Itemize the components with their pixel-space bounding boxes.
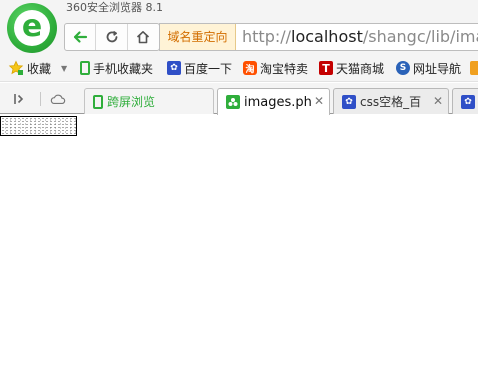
chevron-down-icon: ▼: [61, 63, 68, 73]
taobao-icon: 淘: [243, 61, 257, 75]
home-icon: [137, 31, 150, 44]
star-icon: [8, 60, 24, 75]
bookmark-label: 手机收藏夹: [93, 61, 154, 76]
tab-label: 跨屏浏览: [107, 95, 156, 109]
bookmark-label: 网址导航: [413, 61, 462, 76]
tab-bar-divider: [40, 92, 41, 106]
favorites-menu[interactable]: 收藏: [8, 59, 51, 77]
bookmark-label: 淘宝特卖: [260, 61, 309, 76]
baidu-paw-icon: ✿: [167, 61, 181, 75]
title-bar: 360安全浏览器 8.1: [0, 0, 478, 20]
refresh-button[interactable]: [96, 24, 128, 50]
360-browser-logo-icon[interactable]: e: [7, 3, 57, 53]
url-text[interactable]: http://localhost/shangc/lib/images: [242, 24, 478, 50]
baidu-paw-icon: ✿: [461, 94, 475, 109]
tab-label: css空格_百: [360, 95, 422, 109]
url-host: localhost: [291, 27, 363, 46]
app-title: 360安全浏览器 8.1: [66, 1, 163, 14]
bookmark-item-baidu[interactable]: ✿ 百度一下: [167, 59, 232, 77]
close-icon[interactable]: ✕: [314, 94, 324, 108]
baidu-paw-icon: ✿: [342, 94, 356, 109]
url-path: /shangc/lib/images: [362, 27, 478, 46]
back-arrow-icon: [74, 31, 88, 43]
home-button[interactable]: [128, 24, 159, 50]
tab-bar: 跨屏浏览 images.ph ✕ ✿ css空格_百 ✕ ✿: [0, 83, 478, 115]
address-bar[interactable]: 域名重定向 http://localhost/shangc/lib/images: [159, 23, 478, 51]
app-icon: [470, 61, 478, 75]
favorites-dropdown[interactable]: ▼: [61, 59, 67, 77]
domain-redirect-badge[interactable]: 域名重定向: [160, 24, 236, 50]
tab-split-view[interactable]: 跨屏浏览: [84, 88, 214, 114]
bookmark-item-sogou[interactable]: S 网址导航: [396, 59, 461, 77]
bookmark-item-taobao[interactable]: 淘 淘宝特卖: [243, 59, 308, 77]
sidebar-expand-icon: [14, 94, 24, 104]
bookmark-item-phone[interactable]: 手机收藏夹: [80, 59, 153, 77]
tmall-icon: T: [319, 61, 333, 75]
bookmark-item-tmall[interactable]: T 天猫商城: [319, 59, 384, 77]
tab-css[interactable]: ✿ css空格_百 ✕: [333, 88, 449, 114]
navigation-toolbar: 域名重定向 http://localhost/shangc/lib/images: [0, 20, 478, 54]
sogou-icon: S: [396, 61, 410, 75]
bookmarks-bar: 收藏 ▼ 手机收藏夹 ✿ 百度一下 淘 淘宝特卖 T 天猫商城 S 网址导航: [0, 54, 478, 82]
bookmark-label: 百度一下: [184, 61, 233, 76]
tab-partial[interactable]: ✿: [452, 88, 478, 114]
refresh-icon: [106, 30, 117, 43]
favorites-label: 收藏: [27, 61, 52, 76]
cloud-icon: [50, 94, 66, 105]
broken-image: [0, 116, 77, 136]
sidebar-toggle-button[interactable]: [12, 91, 28, 107]
url-scheme: http://: [242, 27, 292, 46]
phone-icon: [93, 94, 103, 109]
cloud-sync-button[interactable]: [50, 91, 66, 107]
page-content: [0, 115, 478, 382]
tab-label: images.ph: [244, 94, 312, 110]
bookmark-overflow[interactable]: [470, 59, 478, 77]
phone-icon: [80, 61, 90, 75]
360-favicon-icon: [226, 95, 240, 109]
nav-button-group: [64, 23, 160, 51]
back-button[interactable]: [65, 24, 97, 50]
bookmark-label: 天猫商城: [336, 61, 385, 76]
logo-letter-icon: e: [21, 9, 43, 44]
tab-images[interactable]: images.ph ✕: [217, 88, 330, 115]
close-icon[interactable]: ✕: [433, 94, 443, 108]
